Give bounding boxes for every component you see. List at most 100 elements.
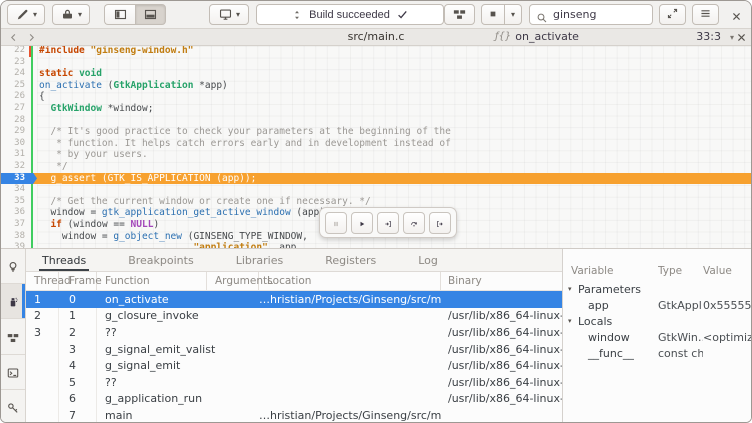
gutter[interactable]: 28 <box>1 115 37 127</box>
pen-dropdown-button[interactable]: ▾ <box>7 4 45 25</box>
tab-libraries[interactable]: Libraries <box>233 249 287 271</box>
execution-pointer[interactable]: 33 <box>1 173 37 185</box>
panel-button-lightbulb[interactable] <box>1 249 25 284</box>
column-header-value[interactable]: Value <box>703 265 752 277</box>
gutter[interactable]: 31 <box>1 149 37 161</box>
step-over-button[interactable] <box>403 212 425 234</box>
up-down-icon <box>291 9 303 21</box>
code-text: "application", app, <box>37 242 302 248</box>
variable-row[interactable]: appGtkAppl…0x55555… <box>563 297 752 313</box>
variables-body: ▾ParametersappGtkAppl…0x55555…▾Localswin… <box>563 281 752 361</box>
gutter[interactable]: 35 <box>1 196 37 208</box>
caret-down-icon: ▾ <box>236 11 240 19</box>
thread-row[interactable]: 5??/usr/lib/x86_64-linux-gnu/lib <box>26 374 562 391</box>
stop-button[interactable] <box>481 4 505 25</box>
disclosure-triangle-icon[interactable]: ▾ <box>568 285 578 293</box>
menu-button[interactable] <box>692 4 719 25</box>
search-input[interactable] <box>553 8 646 21</box>
code-line-32: 32 */ <box>1 161 751 173</box>
continue-button[interactable] <box>351 212 373 234</box>
line-number: 31 <box>1 149 29 161</box>
change-bar <box>31 231 33 243</box>
function-context[interactable]: ƒ{} on_activate <box>495 29 579 45</box>
gutter[interactable]: 36 <box>1 207 37 219</box>
variable-row[interactable]: ▾Locals <box>563 313 752 329</box>
code-editor[interactable]: 22#include "ginseng-window.h"2324static … <box>1 46 751 248</box>
gutter[interactable]: 39 <box>1 242 37 248</box>
panel-button-build-blocks[interactable] <box>1 319 25 354</box>
toggle-bottom-panel-button[interactable] <box>135 4 166 25</box>
code-text: g_assert (GTK_IS_APPLICATION (app)); <box>37 173 256 185</box>
step-in-button[interactable] <box>377 212 399 234</box>
gutter[interactable]: 29 <box>1 126 37 138</box>
expand-button[interactable] <box>659 4 686 25</box>
column-header-function[interactable]: Function <box>97 272 207 290</box>
change-bar <box>31 115 33 127</box>
gutter[interactable]: 38 <box>1 231 37 243</box>
tab-threads[interactable]: Threads <box>39 249 89 271</box>
variable-row[interactable]: ▾Parameters <box>563 281 752 297</box>
gutter[interactable]: 34 <box>1 184 37 196</box>
line-number: 22 <box>1 46 29 57</box>
editor-menu-caret[interactable]: ▾ <box>730 29 734 46</box>
column-header-thread[interactable]: Thread <box>26 272 59 290</box>
tab-log[interactable]: Log <box>415 249 441 271</box>
panel-button-debugger-spray[interactable] <box>1 284 25 319</box>
variable-row[interactable]: __func__const ch… <box>563 345 752 361</box>
thread-row[interactable]: 7main…hristian/Projects/Ginseng/src/main… <box>26 407 562 423</box>
line-number: 34 <box>1 184 29 196</box>
code-line-23: 23 <box>1 57 751 69</box>
thread-row[interactable]: 10on_activate…hristian/Projects/Ginseng/… <box>26 291 562 308</box>
thread-row[interactable]: 6g_application_run/usr/lib/x86_64-linux-… <box>26 391 562 408</box>
variable-row[interactable]: windowGtkWin…<optimiz… <box>563 329 752 345</box>
code-text: window = g_object_new (GINSENG_TYPE_WIND… <box>37 231 308 243</box>
close-editor-icon[interactable] <box>735 31 748 44</box>
gutter[interactable]: 24 <box>1 68 37 80</box>
gutter[interactable]: 37 <box>1 219 37 231</box>
gutter[interactable]: 23 <box>1 57 37 69</box>
change-bar <box>31 80 33 92</box>
disclosure-triangle-icon[interactable]: ▾ <box>568 317 578 325</box>
gutter[interactable]: 27 <box>1 103 37 115</box>
pause-button[interactable] <box>325 212 347 234</box>
monitor-icon <box>218 7 233 22</box>
column-header-arguments[interactable]: Arguments <box>207 272 259 290</box>
window-close-button[interactable] <box>726 5 746 25</box>
omnibar-build-status[interactable]: Build succeeded <box>256 4 444 25</box>
tab-registers[interactable]: Registers <box>322 249 379 271</box>
column-header-type[interactable]: Type <box>658 265 703 277</box>
gutter[interactable]: 32 <box>1 161 37 173</box>
code-text: * function. It helps catch errors early … <box>37 138 451 150</box>
column-header-location[interactable]: Location <box>259 272 441 290</box>
thread-row[interactable]: 3g_signal_emit_valist/usr/lib/x86_64-lin… <box>26 341 562 358</box>
panel-button-terminal[interactable] <box>1 355 25 390</box>
code-line-24: 24static void <box>1 68 751 80</box>
code-line-27: 27 GtkWindow *window; <box>1 103 751 115</box>
code-text: /* It's good practice to check your para… <box>37 126 451 138</box>
stop-options-button[interactable]: ▾ <box>505 4 522 25</box>
line-number: 38 <box>1 231 29 243</box>
change-bar <box>31 57 33 69</box>
gutter[interactable]: 22 <box>1 46 37 57</box>
build-profile-dropdown-button[interactable]: ▾ <box>52 4 90 25</box>
search-entry[interactable] <box>529 4 653 25</box>
step-out-button[interactable] <box>429 212 451 234</box>
panel-button-key[interactable] <box>1 390 25 423</box>
code-line-26: 26{ <box>1 91 751 103</box>
column-header-frame[interactable]: Frame <box>59 272 97 290</box>
device-dropdown-button[interactable]: ▾ <box>209 4 249 25</box>
gutter[interactable]: 26 <box>1 91 37 103</box>
build-pipeline-button[interactable] <box>444 4 475 25</box>
gutter[interactable]: 25 <box>1 80 37 92</box>
change-bar <box>31 207 33 219</box>
toggle-left-panel-button[interactable] <box>104 4 135 25</box>
column-header-binary[interactable]: Binary <box>441 272 562 290</box>
gutter[interactable]: 30 <box>1 138 37 150</box>
thread-row[interactable]: 21g_closure_invoke/usr/lib/x86_64-linux-… <box>26 308 562 325</box>
column-header-variable[interactable]: Variable <box>563 265 658 277</box>
line-number: 37 <box>1 219 29 231</box>
tab-breakpoints[interactable]: Breakpoints <box>125 249 197 271</box>
thread-row[interactable]: 32??/usr/lib/x86_64-linux-gnu/lib <box>26 324 562 341</box>
caret-down-icon: ▾ <box>78 11 82 19</box>
thread-row[interactable]: 4g_signal_emit/usr/lib/x86_64-linux-gnu/… <box>26 357 562 374</box>
